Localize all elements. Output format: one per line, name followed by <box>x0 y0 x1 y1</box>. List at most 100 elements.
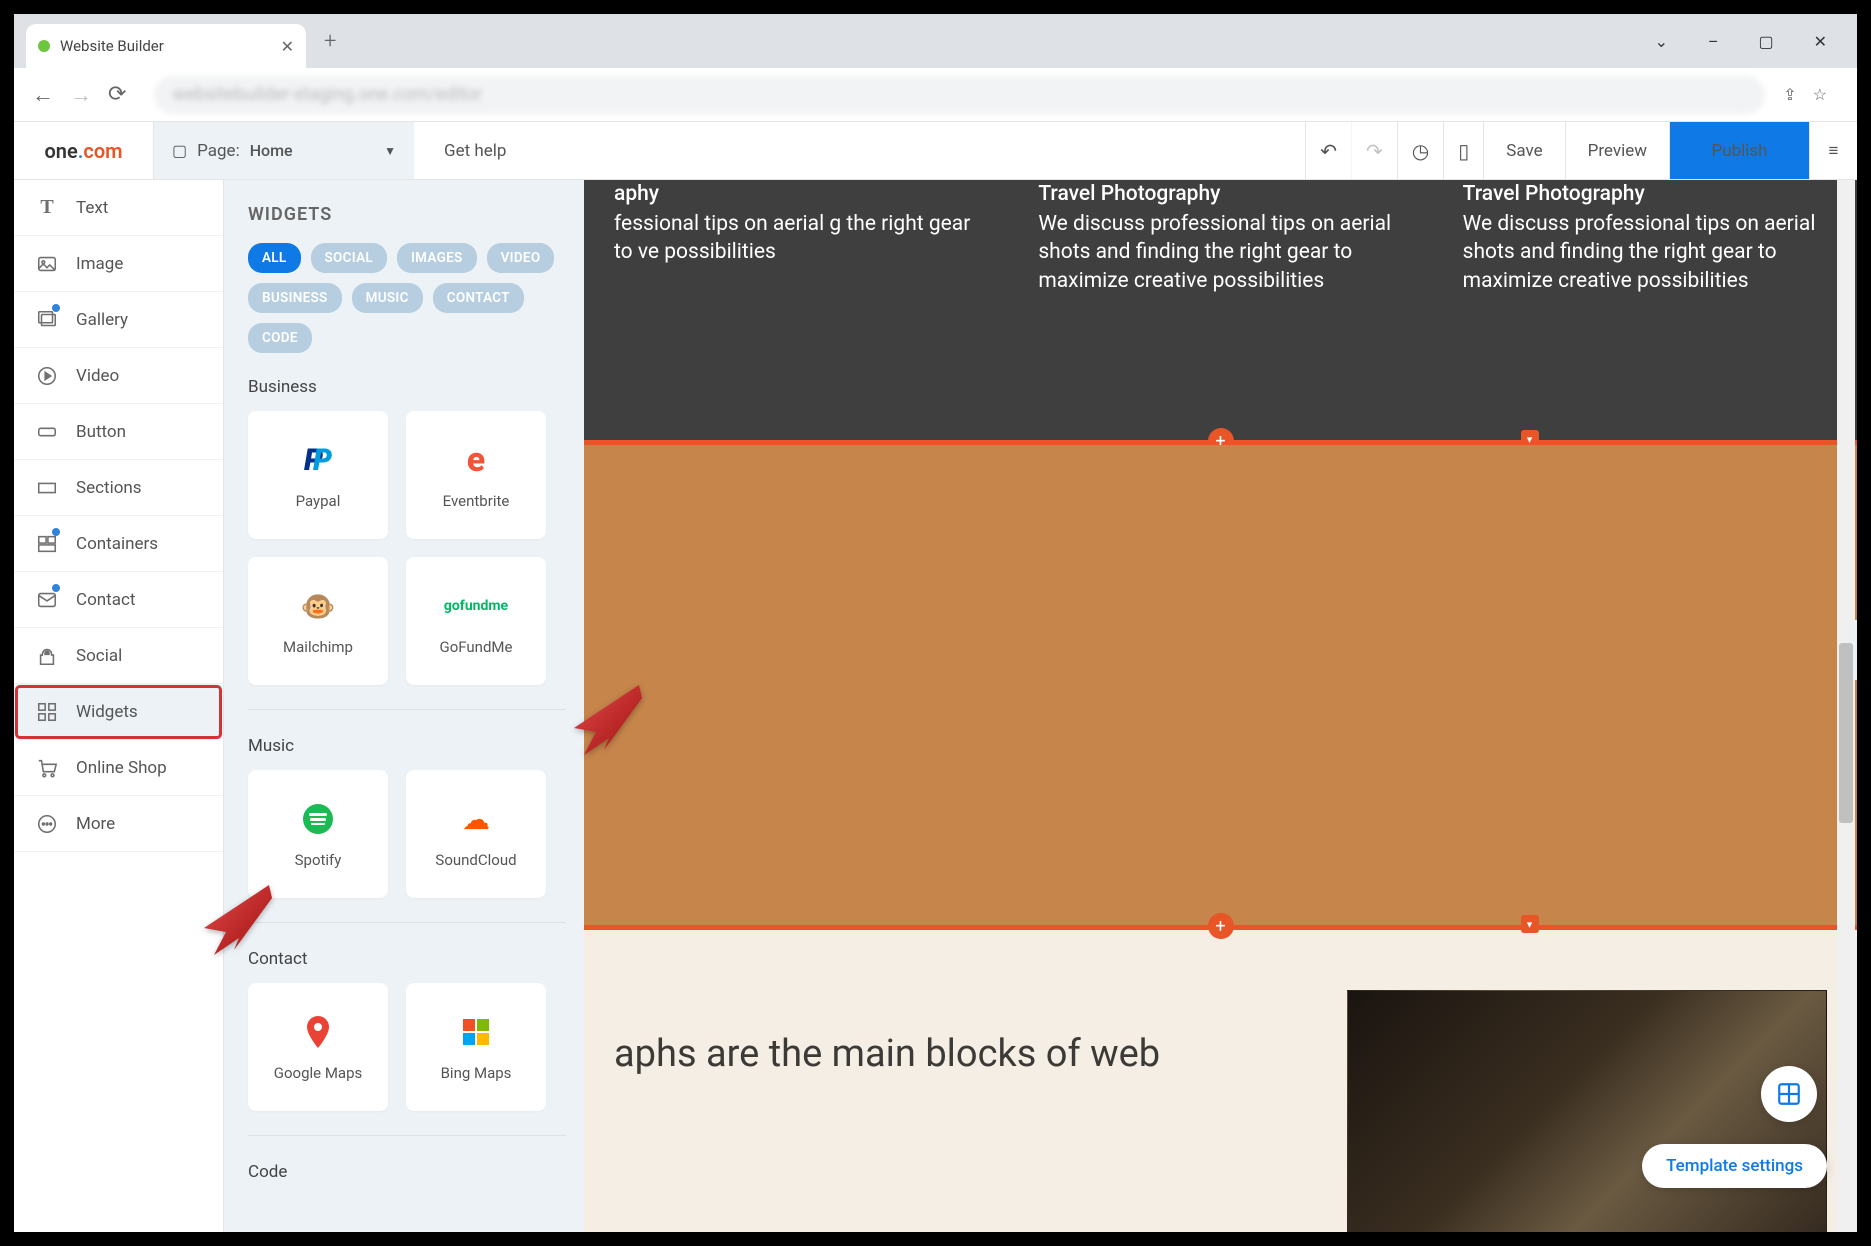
browser-tab[interactable]: Website Builder ✕ <box>26 24 306 68</box>
device-preview-icon[interactable]: ▯ <box>1443 122 1483 179</box>
section-separator: + ▾ <box>584 925 1857 930</box>
filter-chips: ALL SOCIAL IMAGES VIDEO BUSINESS MUSIC CONTACT… <box>248 243 566 353</box>
rail-item-button[interactable]: Button <box>14 404 223 460</box>
rail-label: Widgets <box>76 702 138 722</box>
back-arrow-icon[interactable]: ← <box>32 82 54 108</box>
rail-label: Online Shop <box>76 758 167 778</box>
rail-item-gallery[interactable]: Gallery <box>14 292 223 348</box>
hero-image[interactable] <box>1347 990 1827 1232</box>
content-column[interactable]: aphyfessional tips on aerial g the right… <box>614 180 978 440</box>
shop-icon <box>36 757 58 779</box>
theme-fab-icon[interactable] <box>1761 1066 1817 1122</box>
widgets-icon <box>36 701 58 723</box>
rail-item-online-shop[interactable]: Online Shop <box>14 740 223 796</box>
history-icon[interactable]: ◷ <box>1397 122 1443 179</box>
redo-icon[interactable]: ↷ <box>1351 122 1397 179</box>
card-label: Spotify <box>295 851 342 869</box>
widget-card-paypal[interactable]: PPPaypal <box>248 411 388 539</box>
section-flag-icon[interactable]: ▾ <box>1521 915 1539 933</box>
column-body: fessional tips on aerial g the right gea… <box>614 210 978 267</box>
forward-arrow-icon[interactable]: → <box>70 82 92 108</box>
mailchimp-icon: 🐵 <box>301 586 336 626</box>
rail-label: Text <box>76 198 108 218</box>
page-selector[interactable]: ▢ Page: Home ▼ <box>154 122 414 179</box>
add-section-icon[interactable]: + <box>1208 913 1234 939</box>
publish-button[interactable]: Publish <box>1669 122 1809 179</box>
reload-icon[interactable]: ⟳ <box>108 82 126 108</box>
rail-item-social[interactable]: Social <box>14 628 223 684</box>
more-icon <box>36 813 58 835</box>
filter-chip-all[interactable]: ALL <box>248 243 301 273</box>
soundcloud-icon: ☁ <box>462 799 490 839</box>
filter-chip-business[interactable]: BUSINESS <box>248 283 342 313</box>
rail-label: Containers <box>76 534 158 554</box>
rail-label: Contact <box>76 590 135 610</box>
card-grid: Google MapsBing Maps <box>248 983 566 1136</box>
filter-chip-music[interactable]: MUSIC <box>352 283 423 313</box>
widgets-panel: WIDGETS ALLSOCIALIMAGESVIDEOBUSINESSMUSI… <box>224 180 584 1232</box>
rail-item-more[interactable]: More <box>14 796 223 852</box>
tab-close-icon[interactable]: ✕ <box>281 37 294 56</box>
undo-icon[interactable]: ↶ <box>1305 122 1351 179</box>
column-title: Travel Photography <box>1038 182 1402 206</box>
rail-item-contact[interactable]: Contact <box>14 572 223 628</box>
content-column[interactable]: Travel PhotographyWe discuss professiona… <box>1463 180 1827 440</box>
eventbrite-icon: e <box>467 440 485 480</box>
orange-section[interactable] <box>584 445 1857 925</box>
widget-card-google-maps[interactable]: Google Maps <box>248 983 388 1111</box>
video-icon <box>36 365 58 387</box>
share-icon[interactable]: ⇪ <box>1783 85 1796 104</box>
browser-titlebar: Website Builder ✕ + ⌄ – ▢ ✕ <box>14 14 1857 68</box>
page-canvas[interactable]: aphyfessional tips on aerial g the right… <box>584 180 1857 1232</box>
window-close-icon[interactable]: ✕ <box>1814 32 1827 51</box>
bottom-heading: aphs are the main blocks of web <box>614 990 1287 1232</box>
new-tab-button[interactable]: + <box>324 29 336 54</box>
widget-card-mailchimp[interactable]: 🐵Mailchimp <box>248 557 388 685</box>
filter-chip-code[interactable]: CODE <box>248 323 312 353</box>
url-actions: ⇪ ☆ <box>1783 85 1839 104</box>
filter-chip-video[interactable]: VIDEO <box>487 243 555 273</box>
template-settings-button[interactable]: Template settings <box>1642 1144 1827 1188</box>
url-input[interactable]: websitebuilder-staging.one.com/editor <box>154 76 1765 114</box>
widget-card-eventbrite[interactable]: eEventbrite <box>406 411 546 539</box>
rail-item-sections[interactable]: Sections <box>14 460 223 516</box>
image-icon <box>36 253 58 275</box>
widget-card-soundcloud[interactable]: ☁SoundCloud <box>406 770 546 898</box>
window-chevron-icon[interactable]: ⌄ <box>1655 32 1668 51</box>
filter-chip-contact[interactable]: CONTACT <box>433 283 524 313</box>
window-minimize-icon[interactable]: – <box>1708 32 1719 51</box>
vertical-scrollbar[interactable] <box>1837 180 1855 1232</box>
section-title: Contact <box>248 949 566 969</box>
scrollbar-thumb[interactable] <box>1839 643 1853 823</box>
bookmark-star-icon[interactable]: ☆ <box>1813 85 1827 104</box>
hamburger-menu-icon[interactable]: ≡ <box>1809 122 1857 179</box>
widget-card-bing-maps[interactable]: Bing Maps <box>406 983 546 1111</box>
filter-chip-images[interactable]: IMAGES <box>397 243 477 273</box>
brand-logo[interactable]: one.com <box>14 122 154 179</box>
rail-item-image[interactable]: Image <box>14 236 223 292</box>
content-column[interactable]: Travel Photography We discuss professiona… <box>1038 180 1402 440</box>
widget-card-gofundme[interactable]: gofundmeGoFundMe <box>406 557 546 685</box>
column-body: We discuss professional tips on aerial s… <box>1038 210 1402 295</box>
preview-button[interactable]: Preview <box>1565 122 1669 179</box>
filter-chip-social[interactable]: SOCIAL <box>311 243 387 273</box>
bingmaps-icon <box>463 1012 489 1052</box>
nav-arrows: ← → ⟳ <box>32 82 126 108</box>
spotify-icon <box>303 799 333 839</box>
rail-item-video[interactable]: Video <box>14 348 223 404</box>
gmaps-icon <box>306 1012 330 1052</box>
window-maximize-icon[interactable]: ▢ <box>1758 32 1773 51</box>
rail-item-widgets[interactable]: Widgets <box>14 684 223 740</box>
rail-item-text[interactable]: TText <box>14 180 223 236</box>
card-grid: PPPaypaleEventbrite🐵MailchimpgofundmeGoF… <box>248 411 566 710</box>
widget-card-spotify[interactable]: Spotify <box>248 770 388 898</box>
rail-label: More <box>76 814 115 834</box>
sections-icon <box>36 477 58 499</box>
help-link[interactable]: Get help <box>414 122 1305 179</box>
button-icon <box>36 421 58 443</box>
rail-label: Video <box>76 366 119 386</box>
save-button[interactable]: Save <box>1483 122 1564 179</box>
panel-collapse-icon[interactable]: ‹ <box>1853 620 1857 680</box>
element-rail: TTextImageGallery Video ButtonSections Cont… <box>14 180 224 1232</box>
rail-item-containers[interactable]: Containers <box>14 516 223 572</box>
